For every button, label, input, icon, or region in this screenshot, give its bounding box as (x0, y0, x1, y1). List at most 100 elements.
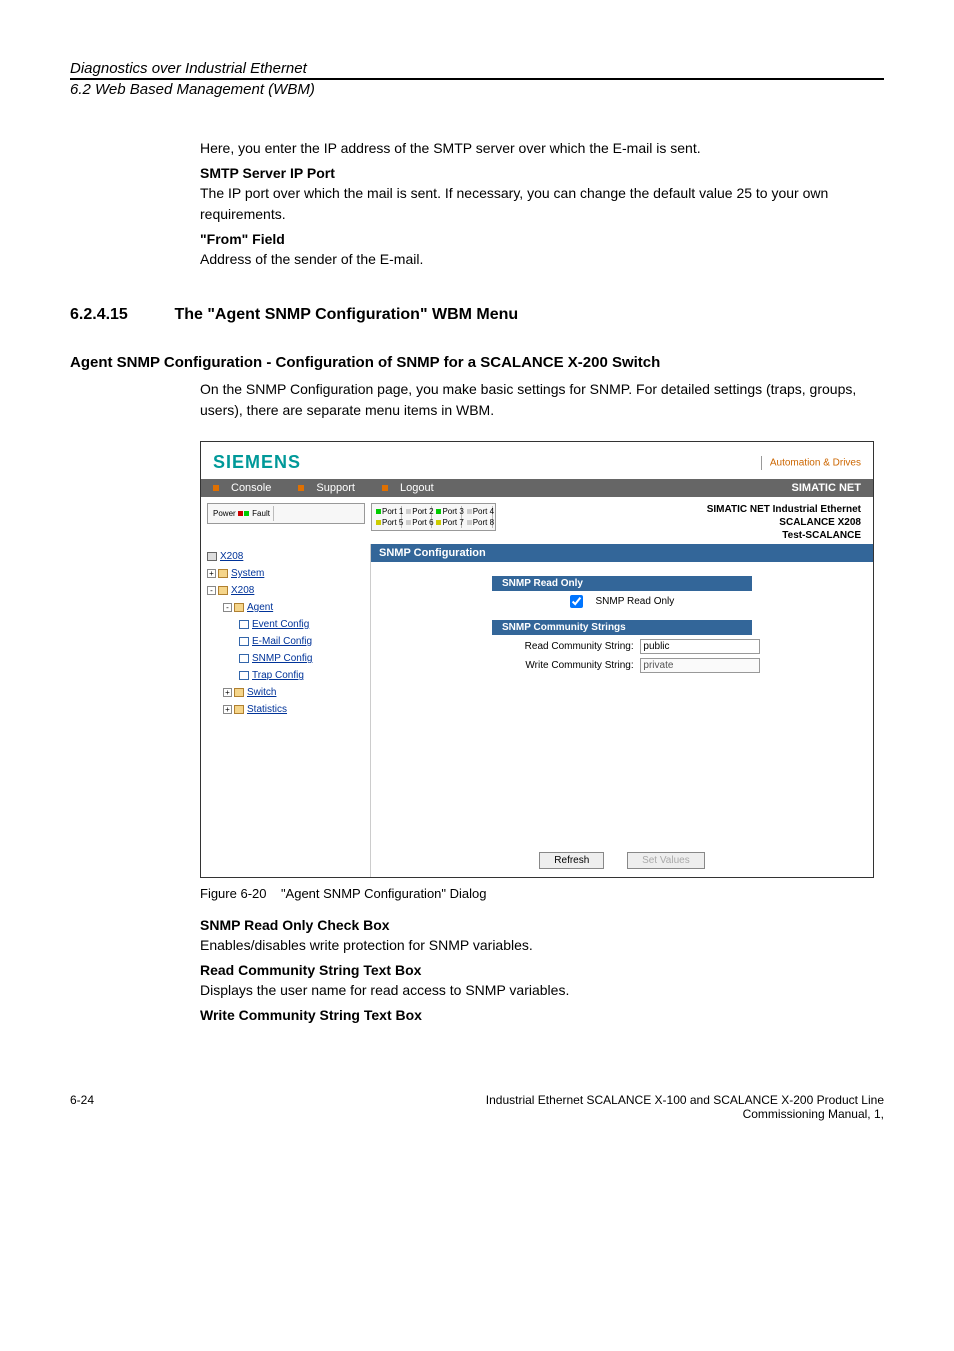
tail-p2: Displays the user name for read access t… (200, 980, 884, 1001)
intro-h2: "From" Field (200, 231, 884, 247)
port8-cell: Port 8 (465, 517, 493, 528)
figure-text: "Agent SNMP Configuration" Dialog (281, 886, 487, 901)
bullet-icon (382, 485, 388, 491)
expand-icon[interactable]: + (207, 569, 216, 578)
write-community-input[interactable] (640, 658, 760, 673)
tree-snmp-config[interactable]: SNMP Config (207, 650, 364, 667)
intro-p1: Here, you enter the IP address of the SM… (200, 138, 884, 159)
nav-tree-panel: X208 +System -X208 -Agent Event Config E… (201, 544, 371, 877)
section-number: 6.2.4.15 (70, 306, 170, 324)
port-led-icon (406, 520, 411, 525)
button-row: Refresh Set Values (371, 844, 873, 877)
port-status-panel: Power Fault (207, 503, 365, 524)
wbm-screenshot: SIEMENS Automation & Drives Console Supp… (200, 441, 874, 878)
port-led-icon (467, 520, 472, 525)
device-label: SIMATIC NET Industrial Ethernet SCALANCE… (502, 497, 873, 544)
tree-trap-config[interactable]: Trap Config (207, 667, 364, 684)
nav-tree: X208 +System -X208 -Agent Event Config E… (201, 544, 370, 722)
subsection-p1: On the SNMP Configuration page, you make… (200, 379, 884, 421)
snmp-read-only-checkbox[interactable] (570, 595, 583, 608)
device-line3: Test-SCALANCE (502, 529, 861, 542)
port-led-icon (436, 509, 441, 514)
tail-h2: Read Community String Text Box (200, 962, 884, 978)
footer-page-num: 6-24 (70, 1093, 94, 1121)
collapse-icon[interactable]: - (223, 603, 232, 612)
automation-drives-link[interactable]: Automation & Drives (761, 456, 861, 470)
tail-p1: Enables/disables write protection for SN… (200, 935, 884, 956)
read-community-input[interactable] (640, 639, 760, 654)
fault-led-icon (244, 511, 249, 516)
tree-x208[interactable]: -X208 (207, 582, 364, 599)
snmp-read-only-row: SNMP Read Only (391, 595, 853, 608)
simatic-net-label: SIMATIC NET (792, 482, 861, 494)
footer-doc-sub: Commissioning Manual, 1, (486, 1107, 884, 1121)
write-community-row: Write Community String: (391, 658, 853, 673)
page-footer: 6-24 Industrial Ethernet SCALANCE X-100 … (70, 1093, 884, 1121)
bullet-icon (213, 485, 219, 491)
page-icon (239, 671, 249, 680)
read-community-label: Read Community String: (484, 641, 634, 652)
menubar: Console Support Logout SIMATIC NET (201, 479, 873, 497)
subsection-body: On the SNMP Configuration page, you make… (200, 379, 884, 421)
page-header: Diagnostics over Industrial Ethernet 6.2… (70, 60, 884, 98)
port-led-icon (376, 520, 381, 525)
port2-cell: Port 2 (404, 506, 432, 517)
port5-cell: Port 5 (374, 517, 402, 528)
write-community-label: Write Community String: (484, 660, 634, 671)
menu-logout[interactable]: Logout (382, 482, 446, 494)
tree-system[interactable]: +System (207, 565, 364, 582)
screenshot-body: Power Fault Port 1 Port 2 Port 3 (201, 497, 873, 877)
expand-icon[interactable]: + (223, 705, 232, 714)
device-line2: SCALANCE X208 (502, 516, 861, 529)
power-fault-cell: Power Fault (210, 506, 274, 521)
folder-icon (218, 586, 228, 595)
footer-right: Industrial Ethernet SCALANCE X-100 and S… (486, 1093, 884, 1121)
port-led-icon (436, 520, 441, 525)
siemens-logo: SIEMENS (213, 452, 301, 473)
section-heading: 6.2.4.15 The "Agent SNMP Configuration" … (70, 306, 884, 324)
refresh-button[interactable]: Refresh (539, 852, 604, 869)
tail-content: SNMP Read Only Check Box Enables/disable… (200, 917, 884, 1023)
device-line1: SIMATIC NET Industrial Ethernet (502, 503, 861, 516)
group-snmp-read-only: SNMP Read Only (492, 576, 752, 591)
port-led-icon (406, 509, 411, 514)
read-community-row: Read Community String: (391, 639, 853, 654)
folder-open-icon (234, 603, 244, 612)
tree-email-config[interactable]: E-Mail Config (207, 633, 364, 650)
tree-event-config[interactable]: Event Config (207, 616, 364, 633)
intro-p3: Address of the sender of the E-mail. (200, 249, 884, 270)
device-icon (207, 552, 217, 561)
snmp-read-only-label: SNMP Read Only (596, 596, 675, 607)
set-values-button[interactable]: Set Values (627, 852, 705, 869)
bullet-icon (298, 485, 304, 491)
page-icon (239, 654, 249, 663)
tail-h1: SNMP Read Only Check Box (200, 917, 884, 933)
section-title-text: The "Agent SNMP Configuration" WBM Menu (174, 306, 518, 323)
port4-cell: Port 4 (465, 506, 493, 517)
folder-icon (234, 705, 244, 714)
intro-h1: SMTP Server IP Port (200, 165, 884, 181)
tree-statistics[interactable]: +Statistics (207, 701, 364, 718)
collapse-icon[interactable]: - (207, 586, 216, 595)
folder-icon (234, 688, 244, 697)
page-icon (239, 637, 249, 646)
tree-root[interactable]: X208 (207, 548, 364, 565)
port3-cell: Port 3 (434, 506, 462, 517)
port1-cell: Port 1 (374, 506, 402, 517)
main-panel: SNMP Configuration SNMP Read Only SNMP R… (371, 544, 873, 877)
menu-console[interactable]: Console (213, 482, 283, 494)
menu-support[interactable]: Support (298, 482, 367, 494)
power-led-icon (238, 511, 243, 516)
intro-content: Here, you enter the IP address of the SM… (200, 138, 884, 270)
port6-cell: Port 6 (404, 517, 432, 528)
ports-grid: Port 1 Port 2 Port 3 Port 4 Port 5 Port … (371, 503, 496, 531)
footer-doc-title: Industrial Ethernet SCALANCE X-100 and S… (486, 1093, 884, 1107)
expand-icon[interactable]: + (223, 688, 232, 697)
header-section: 6.2 Web Based Management (WBM) (70, 78, 884, 98)
subsection-heading: Agent SNMP Configuration - Configuration… (70, 354, 884, 371)
tree-switch[interactable]: +Switch (207, 684, 364, 701)
panel-body: SNMP Read Only SNMP Read Only SNMP Commu… (371, 562, 873, 844)
screenshot-top: SIEMENS Automation & Drives (201, 442, 873, 479)
tree-agent[interactable]: -Agent (207, 599, 364, 616)
port-led-icon (467, 509, 472, 514)
